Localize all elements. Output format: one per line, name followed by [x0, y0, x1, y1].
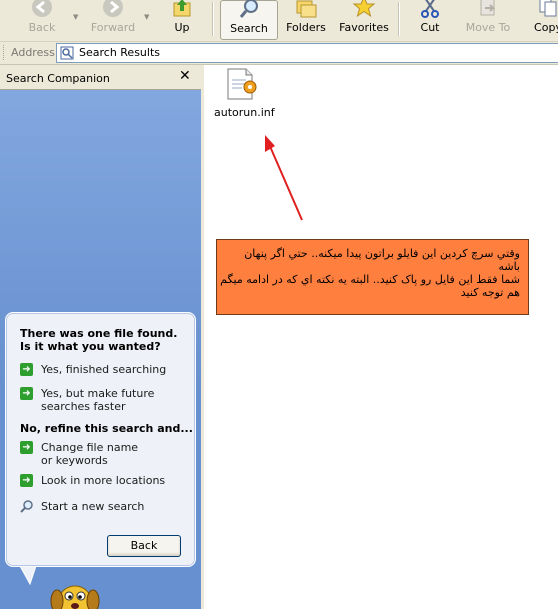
up-folder-icon: [173, 0, 191, 17]
search-dog-icon[interactable]: [48, 575, 102, 609]
address-value: Search Results: [79, 46, 161, 59]
search-icon: [20, 500, 33, 513]
cut-button[interactable]: Cut: [408, 0, 452, 40]
persian-annotation-box: وقتي سرچ کردين اين فايلو براتون پيدا ميک…: [216, 239, 529, 315]
toolbar-separator: [398, 2, 400, 36]
forward-button[interactable]: Forward: [84, 0, 142, 40]
folders-icon: [296, 0, 317, 18]
forward-arrow-icon: [103, 0, 123, 17]
address-field[interactable]: Search Results: [56, 43, 558, 63]
inf-file-icon[interactable]: [224, 67, 258, 103]
green-arrow-icon: ➜: [20, 441, 33, 454]
back-arrow-icon: [32, 0, 52, 17]
back-button[interactable]: Back: [107, 535, 181, 557]
favorites-star-icon: [353, 0, 375, 18]
toolbar: Back ▼ Forward ▼ Up Search Folders Favor…: [0, 0, 558, 42]
result-question: There was one file found. Is it what you…: [20, 327, 178, 353]
address-label: Address: [11, 46, 55, 59]
move-to-button[interactable]: Move To: [460, 0, 516, 40]
search-companion-pane: Search Companion ✕ There was one file fo…: [0, 65, 202, 609]
refine-question: No, refine this search and...: [20, 422, 193, 435]
back-button[interactable]: Back: [14, 0, 70, 40]
red-arrow-annotation: [265, 135, 303, 221]
persian-annotation-text: وقتي سرچ کردين اين فايلو براتون پيدا ميک…: [220, 247, 520, 299]
address-bar: Address Search Results: [0, 42, 558, 65]
folders-button[interactable]: Folders: [284, 0, 328, 40]
forward-dropdown-icon[interactable]: ▼: [144, 13, 149, 21]
search-companion-title: Search Companion: [6, 72, 110, 85]
file-name-label[interactable]: autorun.inf: [214, 106, 275, 119]
copy-icon: [539, 0, 557, 17]
green-arrow-icon: ➜: [20, 363, 33, 376]
pane-splitter[interactable]: [201, 65, 204, 609]
search-results-icon: [60, 46, 74, 60]
companion-balloon: There was one file found. Is it what you…: [5, 312, 196, 567]
move-to-icon: [480, 0, 496, 16]
address-bar-grip[interactable]: [3, 45, 6, 60]
scissors-icon: [421, 0, 439, 18]
search-companion-header: Search Companion ✕: [0, 65, 202, 90]
search-button[interactable]: Search: [220, 0, 278, 40]
search-icon: [239, 0, 258, 18]
green-arrow-icon: ➜: [20, 387, 33, 400]
up-button[interactable]: Up: [160, 0, 204, 40]
close-icon[interactable]: ✕: [179, 68, 191, 84]
copy-button[interactable]: Copy: [526, 0, 558, 40]
balloon-tail: [20, 566, 37, 586]
favorites-button[interactable]: Favorites: [336, 0, 392, 40]
green-arrow-icon: ➜: [20, 474, 33, 487]
toolbar-separator: [212, 2, 214, 36]
back-dropdown-icon[interactable]: ▼: [73, 13, 78, 21]
